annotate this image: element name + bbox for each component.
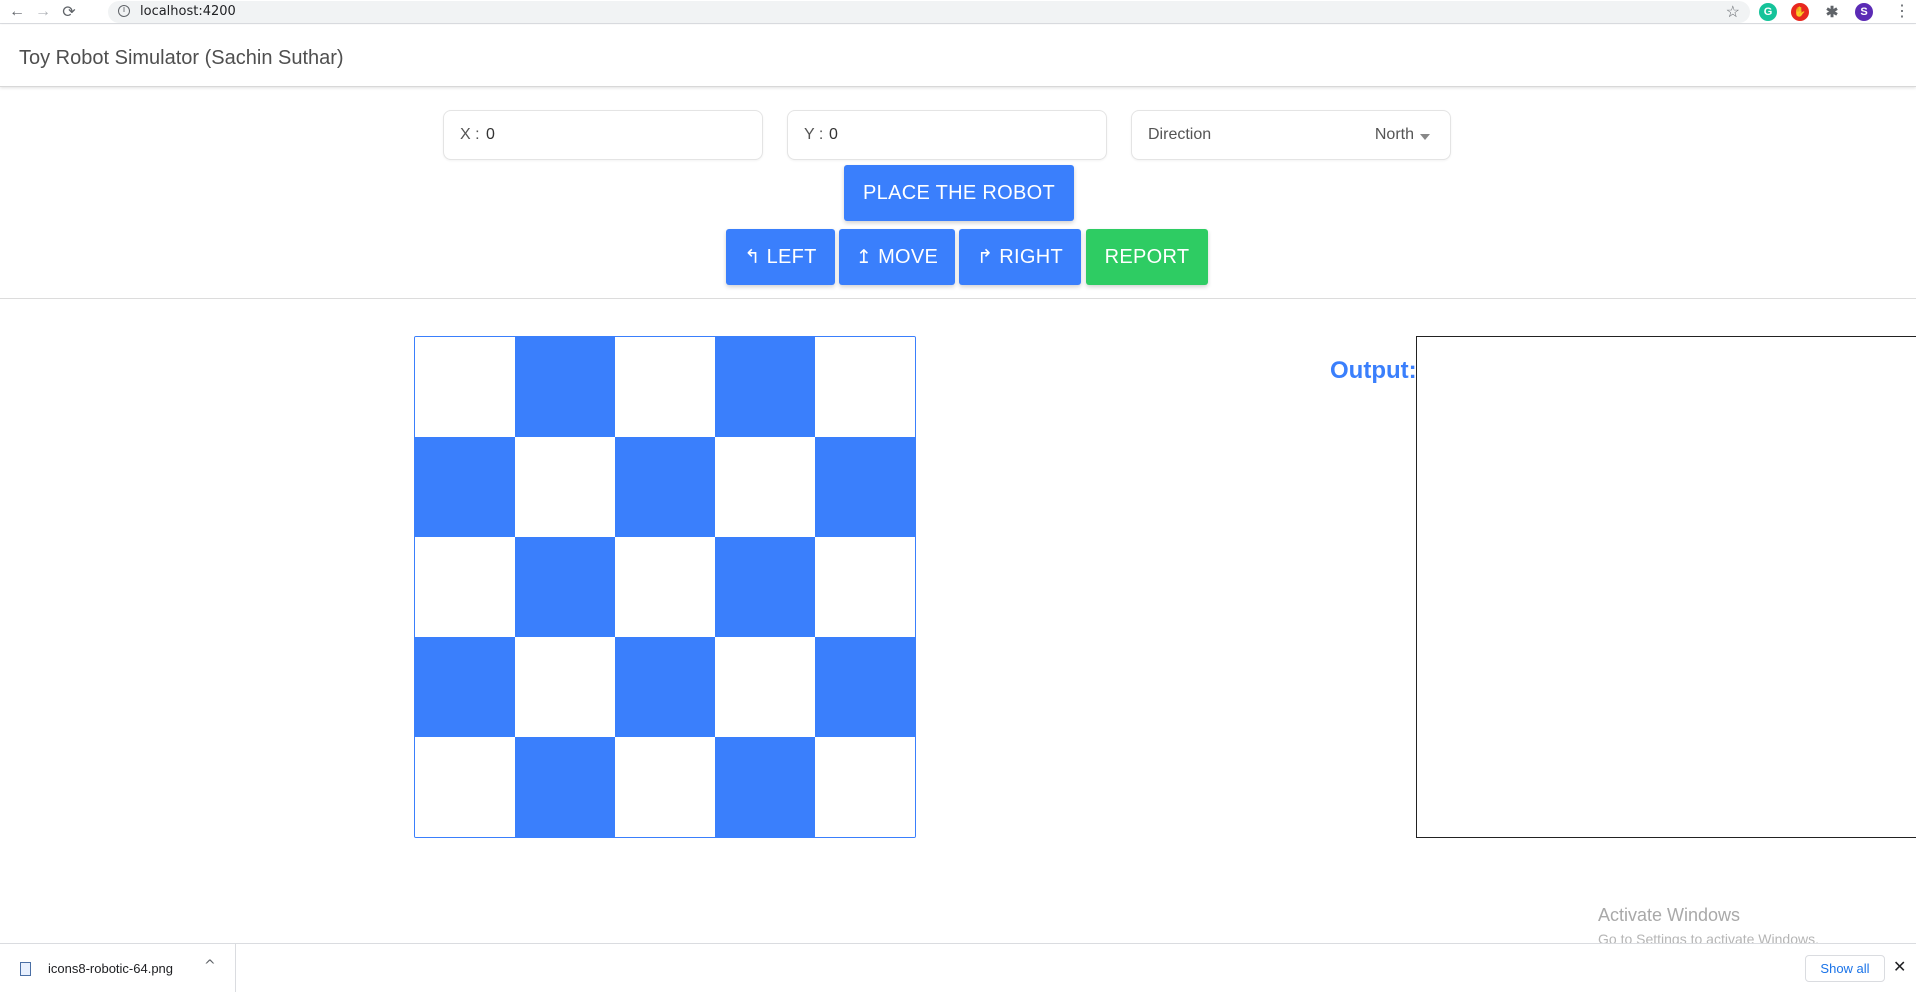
board-cell[interactable] xyxy=(515,437,615,537)
download-shelf: icons8-robotic-64.png ^ Show all ✕ xyxy=(0,943,1916,992)
grammarly-extension-icon[interactable]: G xyxy=(1759,3,1777,21)
reload-icon[interactable]: ⟳ xyxy=(59,2,79,22)
output-label: Output: xyxy=(1330,357,1417,384)
move-up-icon: ↥ xyxy=(855,246,873,268)
address-bar[interactable]: i localhost:4200 ☆ xyxy=(108,1,1750,23)
browser-menu-icon[interactable]: ⋮ xyxy=(1894,2,1910,22)
board-cell[interactable] xyxy=(715,537,815,637)
board-cell[interactable] xyxy=(715,737,815,837)
download-item[interactable]: icons8-robotic-64.png ^ xyxy=(0,944,236,992)
board-cell[interactable] xyxy=(815,337,915,437)
board-cell[interactable] xyxy=(715,437,815,537)
report-button[interactable]: REPORT xyxy=(1086,229,1208,285)
x-coordinate-field[interactable]: X : 0 xyxy=(443,110,763,160)
adblock-extension-icon[interactable]: ✋ xyxy=(1791,3,1809,21)
direction-select[interactable]: Direction North xyxy=(1131,110,1451,160)
browser-toolbar: ← → ⟳ i localhost:4200 ☆ G ✋ ✱ S ⋮ xyxy=(0,0,1916,24)
left-button-label: LEFT xyxy=(766,245,817,268)
board-cell[interactable] xyxy=(515,737,615,837)
robot-board-grid[interactable] xyxy=(414,336,916,838)
board-cell[interactable] xyxy=(415,337,515,437)
place-robot-label: PLACE THE ROBOT xyxy=(863,181,1055,204)
site-info-icon[interactable]: i xyxy=(118,5,130,17)
direction-field-label: Direction xyxy=(1148,126,1212,143)
download-filename[interactable]: icons8-robotic-64.png xyxy=(48,961,173,976)
board-cell[interactable] xyxy=(615,337,715,437)
profile-avatar-icon[interactable]: S xyxy=(1855,3,1873,21)
turn-left-icon: ↰ xyxy=(744,246,761,268)
turn-right-icon: ↱ xyxy=(977,246,994,268)
board-cell[interactable] xyxy=(615,437,715,537)
y-coordinate-field[interactable]: Y : 0 xyxy=(787,110,1107,160)
close-icon[interactable]: ✕ xyxy=(1893,957,1906,976)
board-cell[interactable] xyxy=(815,537,915,637)
bookmark-star-icon[interactable]: ☆ xyxy=(1726,2,1740,22)
url-text[interactable]: localhost:4200 xyxy=(140,4,236,19)
board-cell[interactable] xyxy=(715,637,815,737)
right-button[interactable]: ↱ RIGHT xyxy=(959,229,1081,285)
board-cell[interactable] xyxy=(515,337,615,437)
extensions-puzzle-icon[interactable]: ✱ xyxy=(1823,3,1841,21)
x-field-value[interactable]: 0 xyxy=(486,126,495,144)
move-button-label: MOVE xyxy=(878,245,939,268)
y-field-label: Y : xyxy=(804,126,824,143)
right-button-label: RIGHT xyxy=(999,245,1063,268)
activate-windows-watermark-title: Activate Windows xyxy=(1598,905,1741,925)
output-panel xyxy=(1416,336,1916,838)
board-cell[interactable] xyxy=(415,737,515,837)
dropdown-caret-icon[interactable] xyxy=(1420,134,1430,140)
y-field-value[interactable]: 0 xyxy=(829,126,838,144)
board-cell[interactable] xyxy=(415,537,515,637)
chevron-up-icon[interactable]: ^ xyxy=(204,958,216,974)
forward-arrow-icon[interactable]: → xyxy=(33,2,53,22)
move-button[interactable]: ↥ MOVE xyxy=(839,229,955,285)
app-header: Toy Robot Simulator (Sachin Suthar) xyxy=(0,25,1916,87)
file-icon xyxy=(20,962,31,976)
direction-selected-value[interactable]: North xyxy=(1375,126,1414,144)
x-field-label: X : xyxy=(460,126,480,143)
board-cell[interactable] xyxy=(615,637,715,737)
show-all-button[interactable]: Show all xyxy=(1805,955,1885,982)
report-button-label: REPORT xyxy=(1104,245,1190,268)
page-title: Toy Robot Simulator (Sachin Suthar) xyxy=(19,47,344,69)
place-robot-button[interactable]: PLACE THE ROBOT xyxy=(844,165,1074,221)
board-cell[interactable] xyxy=(515,637,615,737)
board-cell[interactable] xyxy=(615,737,715,837)
board-cell[interactable] xyxy=(415,437,515,537)
board-cell[interactable] xyxy=(415,637,515,737)
board-cell[interactable] xyxy=(815,637,915,737)
board-cell[interactable] xyxy=(715,337,815,437)
section-divider xyxy=(0,298,1916,299)
back-arrow-icon[interactable]: ← xyxy=(7,2,27,22)
board-cell[interactable] xyxy=(515,537,615,637)
board-cell[interactable] xyxy=(815,437,915,537)
board-cell[interactable] xyxy=(615,537,715,637)
left-button[interactable]: ↰ LEFT xyxy=(726,229,835,285)
board-cell[interactable] xyxy=(815,737,915,837)
